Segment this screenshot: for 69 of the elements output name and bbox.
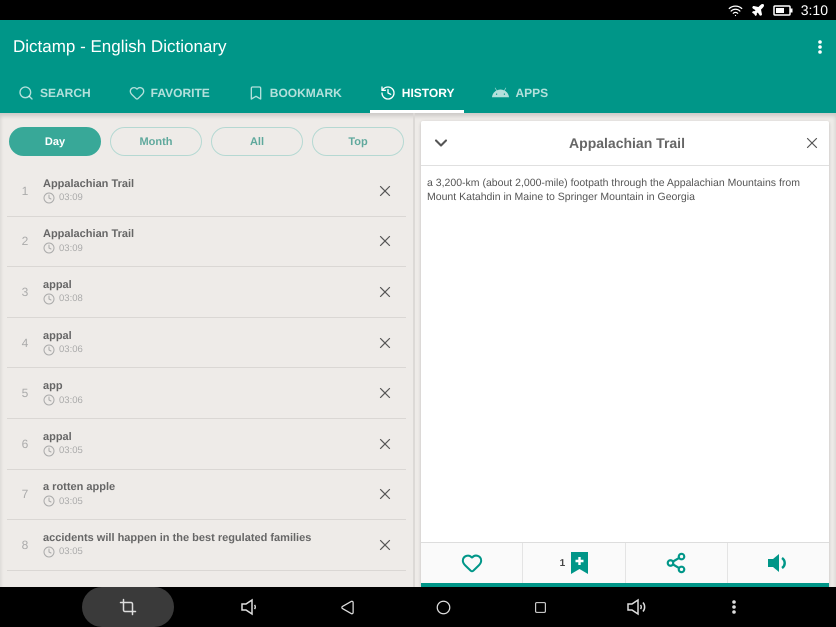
heart-icon xyxy=(128,85,145,101)
tab[interactable]: FAVORITE xyxy=(118,73,220,113)
heart-icon xyxy=(460,552,483,574)
tab-label: SEARCH xyxy=(40,86,91,100)
recents-icon xyxy=(534,600,548,614)
bookmark-count: 1 xyxy=(560,558,566,568)
bookmark-add-icon xyxy=(571,552,588,574)
history-word[interactable]: appal xyxy=(43,330,376,342)
crop-button[interactable] xyxy=(82,587,174,627)
history-word[interactable]: a rotten apple xyxy=(43,481,376,494)
share-icon xyxy=(665,552,688,574)
clock-icon xyxy=(43,192,55,204)
status-time: 3:10 xyxy=(800,2,828,18)
history-time: 03:05 xyxy=(59,445,83,456)
speak-button[interactable] xyxy=(726,543,829,583)
row-number: 4 xyxy=(20,336,30,350)
battery-icon xyxy=(772,4,793,16)
tab-label: APPS xyxy=(515,86,548,100)
history-word[interactable]: appal xyxy=(43,278,376,291)
tab[interactable]: BOOKMARK xyxy=(238,73,352,113)
history-time: 03:09 xyxy=(59,242,83,254)
overflow-menu-button[interactable] xyxy=(818,40,822,54)
row-number: 3 xyxy=(20,284,30,299)
row-number: 2 xyxy=(20,234,30,248)
history-word[interactable]: appal xyxy=(43,430,376,443)
clock-icon xyxy=(43,495,55,508)
clock-icon xyxy=(43,444,55,457)
bookmark-button[interactable]: 1 xyxy=(522,543,624,583)
tab-label: BOOKMARK xyxy=(270,86,342,100)
row-number: 6 xyxy=(20,436,30,451)
clock-icon xyxy=(43,292,55,305)
history-word[interactable]: app xyxy=(43,380,376,392)
menu-icon xyxy=(818,40,822,54)
history-time: 03:06 xyxy=(59,344,83,356)
history-time: 03:09 xyxy=(59,192,83,204)
menu-icon xyxy=(732,600,736,614)
row-number: 1 xyxy=(20,184,30,198)
history-time: 03:05 xyxy=(59,496,83,507)
back-icon xyxy=(340,600,355,614)
definition-text: a 3,200-km (about 2,000-mile) footpath through the Appalachian Mountains from Mount Katahdin in Maine to Springer Mountain in Georgia xyxy=(427,176,801,205)
airplane-icon xyxy=(750,3,765,17)
clock-icon xyxy=(43,546,55,558)
volume-high-icon xyxy=(626,598,648,616)
clock-icon xyxy=(43,242,55,254)
history-time: 03:05 xyxy=(59,546,83,558)
filter-pill[interactable]: Day xyxy=(9,127,101,156)
wifi-icon xyxy=(728,2,743,18)
history-word[interactable]: Appalachian Trail xyxy=(43,178,376,190)
row-number: 5 xyxy=(20,386,30,400)
tab-label: HISTORY xyxy=(402,86,454,100)
history-word[interactable]: Appalachian Trail xyxy=(43,228,376,240)
app-title: Dictamp - English Dictionary xyxy=(13,36,227,56)
entry-title: Appalachian Trail xyxy=(569,135,685,151)
row-number: 7 xyxy=(20,487,30,502)
clock-icon xyxy=(43,344,55,356)
clock-icon xyxy=(43,394,55,406)
crop-icon xyxy=(119,598,138,616)
tab-label: FAVORITE xyxy=(150,86,210,100)
tab[interactable]: SEARCH xyxy=(8,73,101,113)
home-icon xyxy=(436,600,452,614)
tab[interactable]: APPS xyxy=(482,73,558,113)
history-time: 03:08 xyxy=(59,293,83,304)
history-icon xyxy=(380,85,396,101)
row-number: 8 xyxy=(20,538,30,552)
search-icon xyxy=(18,85,34,101)
tab[interactable]: HISTORY xyxy=(370,73,464,113)
bookmark-icon xyxy=(248,85,264,101)
history-time: 03:06 xyxy=(59,394,83,406)
history-word[interactable]: accidents will happen in the best regulated families xyxy=(43,532,376,544)
